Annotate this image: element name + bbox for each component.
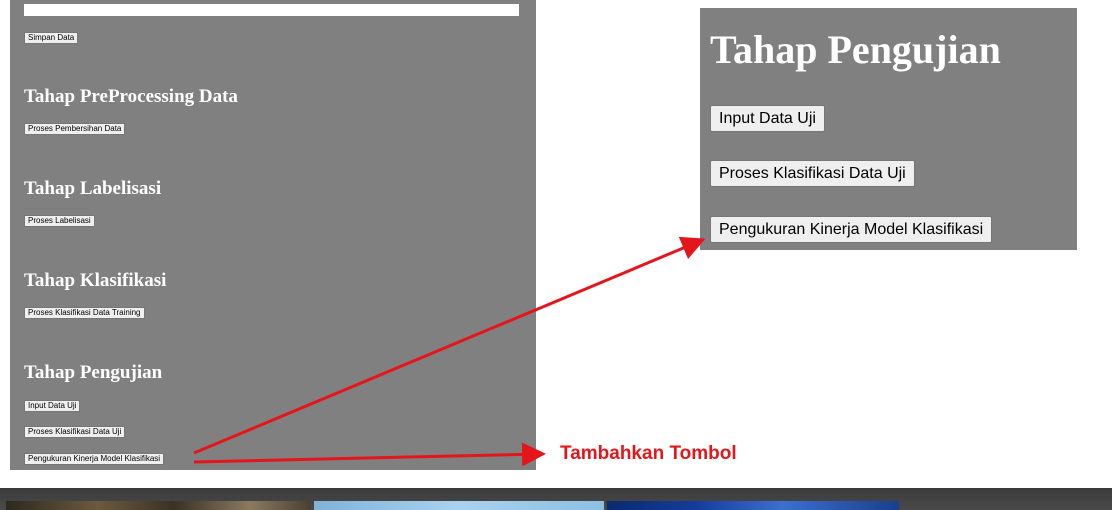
heading-pengujian: Tahap Pengujian xyxy=(24,362,163,383)
labeling-button[interactable]: Proses Labelisasi xyxy=(24,215,95,227)
add-button-annotation: Tambahkan Tombol xyxy=(560,443,737,464)
bottom-image-strip xyxy=(0,488,1112,510)
left-panel: Simpan Data Tahap PreProcessing Data Pro… xyxy=(10,0,536,470)
testing-stage-title: Tahap Pengujian xyxy=(710,27,1001,72)
heading-klasifikasi: Tahap Klasifikasi xyxy=(24,270,167,291)
classify-training-button[interactable]: Proses Klasifikasi Data Training xyxy=(24,307,145,319)
zoomed-classify-test-data-button[interactable]: Proses Klasifikasi Data Uji xyxy=(710,160,915,187)
input-test-data-button[interactable]: Input Data Uji xyxy=(24,400,81,412)
zoomed-input-test-data-button[interactable]: Input Data Uji xyxy=(710,105,825,132)
thumbnail-image[interactable] xyxy=(314,501,604,510)
zoomed-testing-panel: Tahap Pengujian Input Data Uji Proses Kl… xyxy=(700,8,1077,250)
thumbnail-image[interactable] xyxy=(607,501,899,510)
heading-preprocessing: Tahap PreProcessing Data xyxy=(24,86,238,107)
data-input-field[interactable] xyxy=(24,4,519,16)
heading-labelisasi: Tahap Labelisasi xyxy=(24,178,162,199)
zoomed-performance-measure-button[interactable]: Pengukuran Kinerja Model Klasifikasi xyxy=(710,216,993,243)
thumbnail-image[interactable] xyxy=(6,501,311,510)
save-data-button[interactable]: Simpan Data xyxy=(24,32,79,44)
data-cleaning-button[interactable]: Proses Pembersihan Data xyxy=(24,123,126,135)
classify-test-data-button[interactable]: Proses Klasifikasi Data Uji xyxy=(24,426,126,438)
performance-measure-button[interactable]: Pengukuran Kinerja Model Klasifikasi xyxy=(24,453,165,465)
